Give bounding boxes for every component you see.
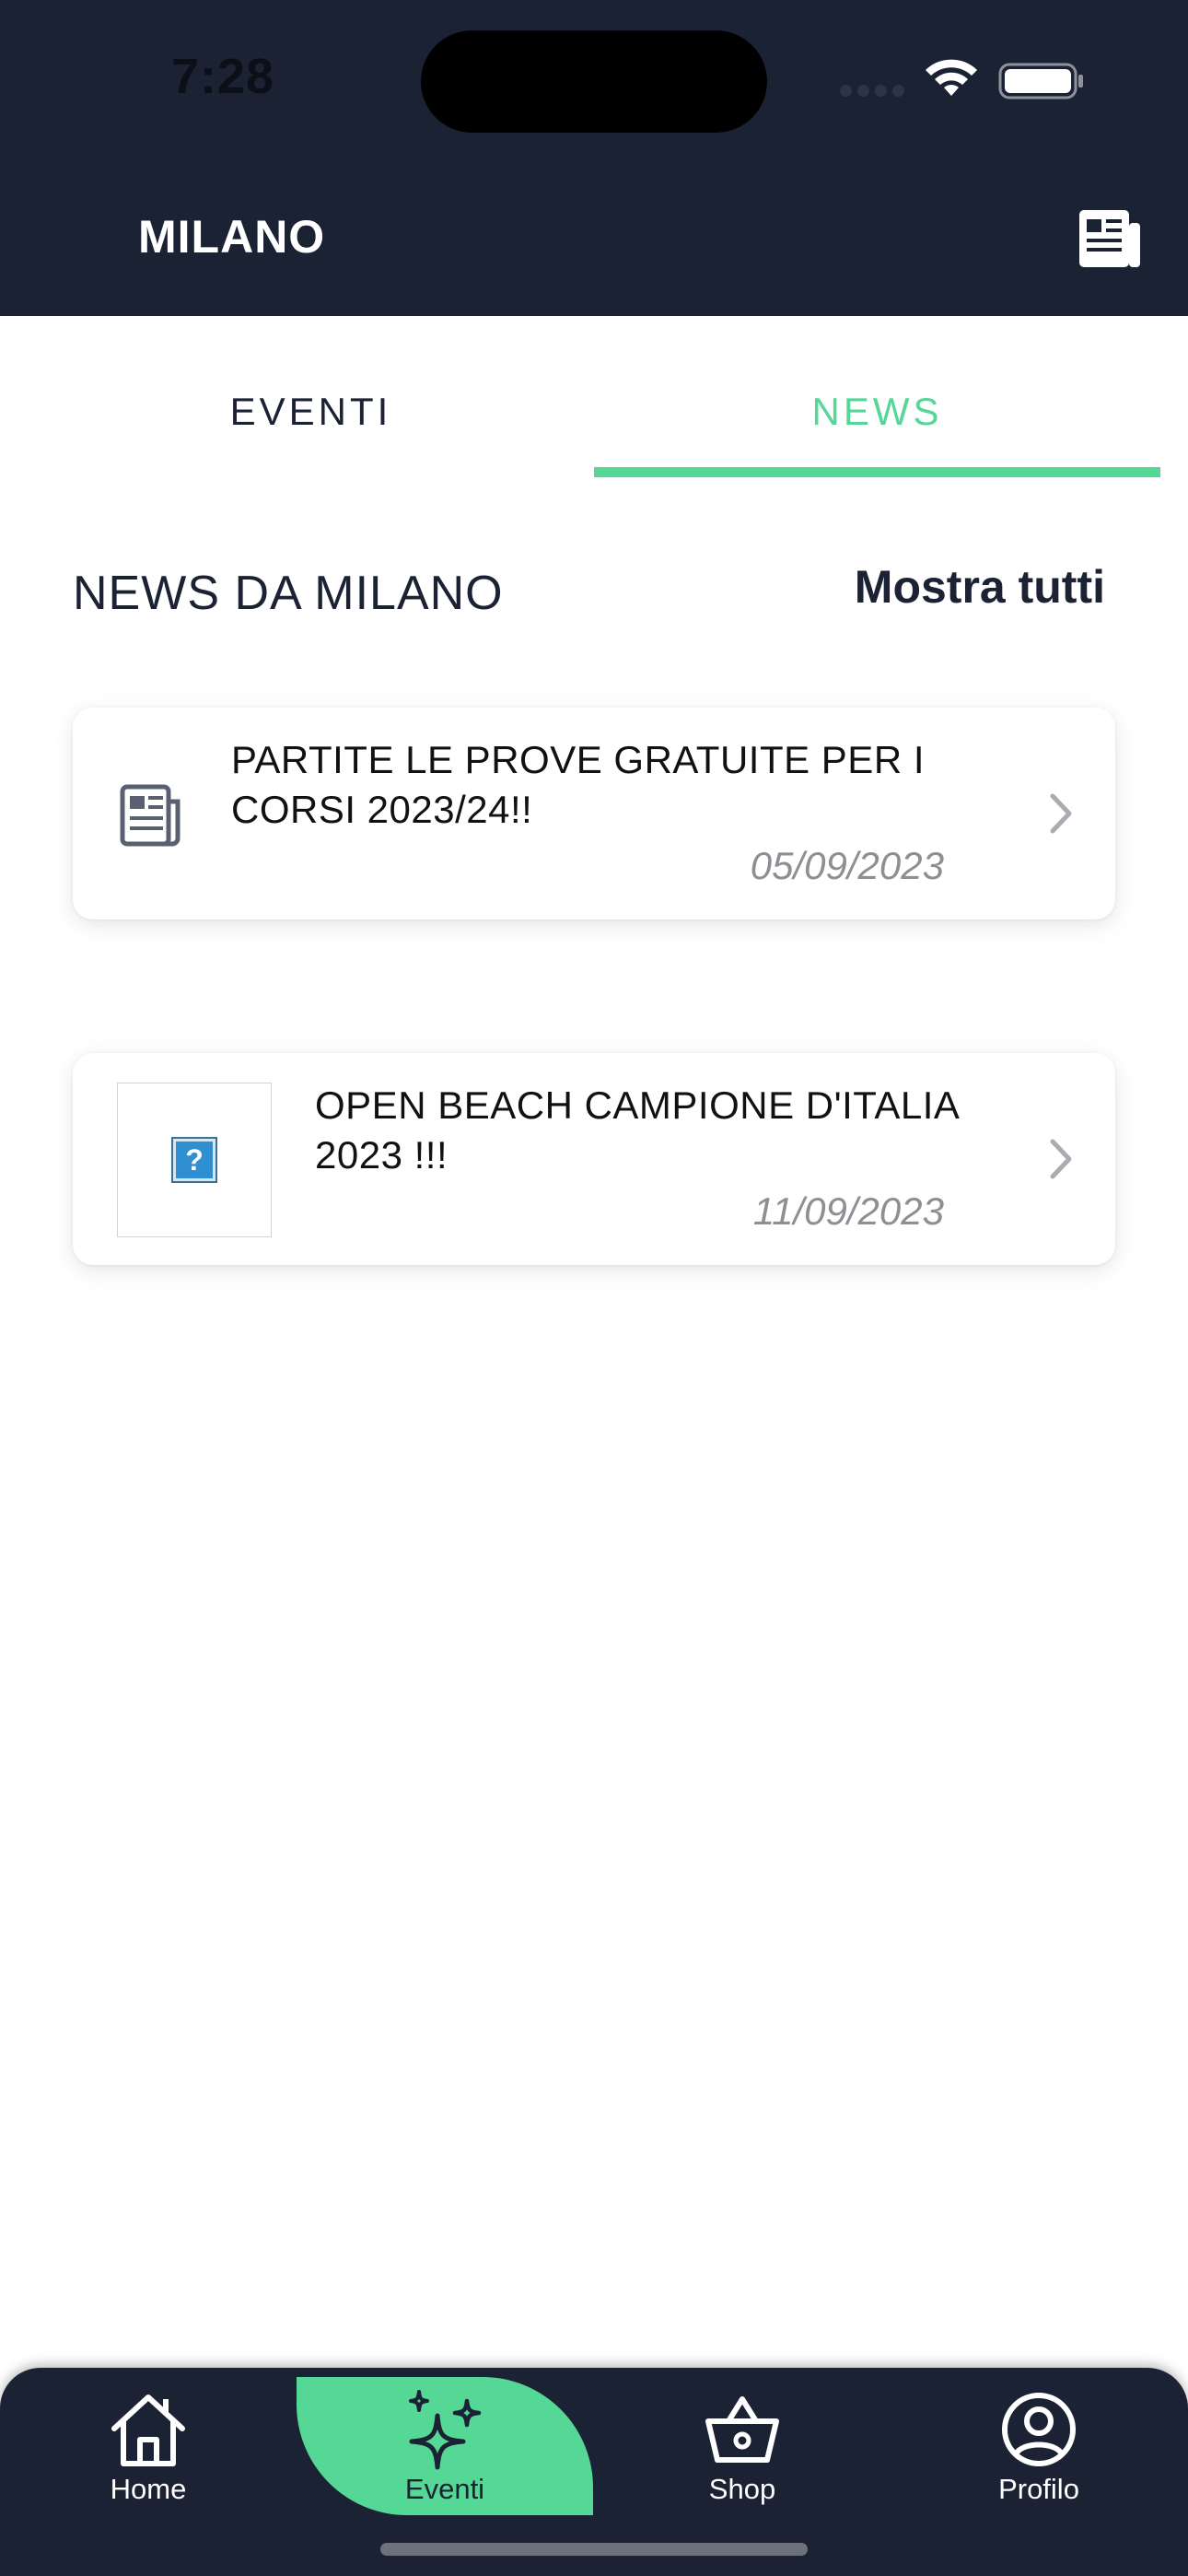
news-date: 11/09/2023 bbox=[752, 1189, 944, 1233]
chevron-right-icon bbox=[1050, 1139, 1072, 1179]
basket-icon bbox=[705, 2396, 779, 2463]
nav-label-shop: Shop bbox=[708, 2473, 776, 2505]
nav-profilo[interactable]: Profilo bbox=[891, 2368, 1187, 2515]
nav-label-profilo: Profilo bbox=[998, 2473, 1079, 2505]
broken-image-icon: ? bbox=[173, 1139, 215, 1181]
page-title: MILANO bbox=[138, 211, 326, 263]
tab-news[interactable]: NEWS bbox=[594, 390, 1160, 434]
news-card[interactable]: ? OPEN BEACH CAMPIONE D'ITALIA 2023 !!! … bbox=[73, 1053, 1115, 1265]
news-title: OPEN BEACH CAMPIONE D'ITALIA 2023 !!! bbox=[315, 1083, 959, 1177]
user-circle-icon bbox=[1002, 2393, 1076, 2466]
status-time: 7:28 bbox=[171, 49, 275, 104]
nav-home[interactable]: Home bbox=[0, 2368, 297, 2515]
nav-eventi[interactable]: Eventi bbox=[297, 2377, 593, 2515]
sparkles-icon bbox=[409, 2390, 482, 2470]
nav-shop[interactable]: Shop bbox=[594, 2368, 891, 2515]
app-header: 7:28 MILANO bbox=[0, 0, 1188, 316]
news-title: PARTITE LE PROVE GRATUITE PER I CORSI 20… bbox=[231, 738, 925, 831]
show-all-link[interactable]: Mostra tutti bbox=[855, 560, 1105, 614]
newspaper-icon bbox=[120, 784, 181, 847]
tab-bar: EVENTI NEWS bbox=[0, 316, 1188, 482]
news-date: 05/09/2023 bbox=[750, 844, 944, 887]
home-icon bbox=[111, 2395, 185, 2466]
active-tab-indicator bbox=[594, 467, 1160, 477]
home-indicator bbox=[380, 2543, 808, 2556]
news-thumbnail: ? bbox=[117, 1083, 272, 1237]
battery-icon bbox=[998, 63, 1083, 100]
cellular-signal-icon bbox=[840, 85, 906, 98]
dynamic-island bbox=[421, 30, 767, 133]
section-title: NEWS DA MILANO bbox=[73, 567, 504, 620]
tab-eventi[interactable]: EVENTI bbox=[14, 390, 608, 434]
news-card[interactable]: PARTITE LE PROVE GRATUITE PER I CORSI 20… bbox=[73, 708, 1115, 919]
chevron-right-icon bbox=[1050, 793, 1072, 834]
wifi-icon bbox=[926, 59, 977, 96]
newspaper-icon[interactable] bbox=[1077, 208, 1142, 269]
nav-label-eventi: Eventi bbox=[404, 2473, 485, 2505]
nav-label-home: Home bbox=[110, 2473, 187, 2505]
